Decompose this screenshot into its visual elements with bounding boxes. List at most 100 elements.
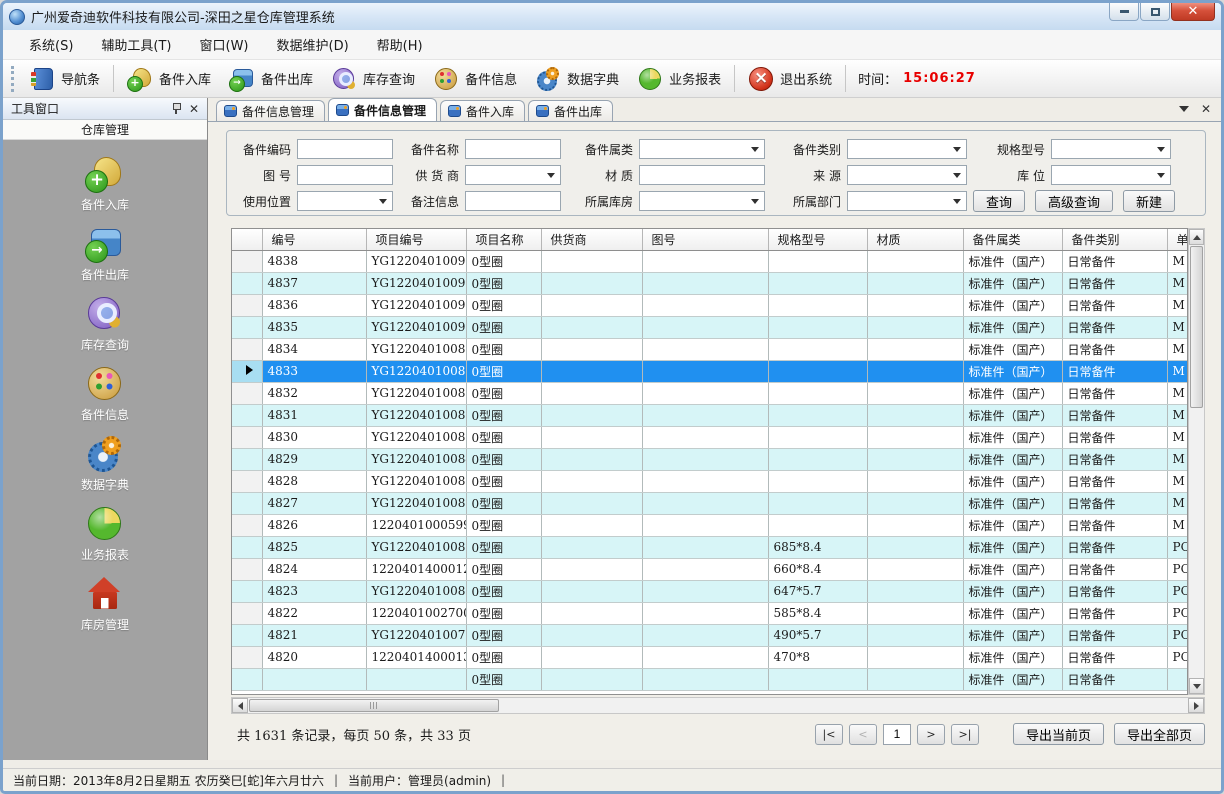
table-cell[interactable]: M — [1167, 492, 1188, 514]
table-cell[interactable]: 660*8.4 — [768, 558, 867, 580]
table-cell[interactable]: 日常备件 — [1062, 316, 1167, 338]
export-all-pages-button[interactable]: 导出全部页 — [1114, 723, 1205, 745]
table-cell[interactable]: 0型圈 — [466, 580, 541, 602]
toolbar-item[interactable]: 业务报表 — [628, 63, 730, 95]
table-cell[interactable]: 490*5.7 — [768, 624, 867, 646]
table-cell[interactable]: 685*8.4 — [768, 536, 867, 558]
table-cell[interactable]: 标准件（国产） — [963, 426, 1062, 448]
table-cell[interactable]: PC — [1167, 602, 1188, 624]
table-cell[interactable]: M — [1167, 360, 1188, 382]
menu-item[interactable]: 辅助工具(T) — [87, 30, 185, 59]
table-cell[interactable] — [541, 294, 642, 316]
toolbar-item[interactable]: 导航条 — [20, 63, 109, 95]
table-cell[interactable]: 日常备件 — [1062, 250, 1167, 272]
search-dropdown[interactable] — [639, 139, 765, 159]
sidebar-item[interactable]: 备件信息 — [81, 364, 129, 423]
table-cell[interactable]: 日常备件 — [1062, 580, 1167, 602]
sidebar-item[interactable]: 备件入库 — [81, 154, 129, 213]
table-cell[interactable]: 4835 — [262, 316, 366, 338]
table-cell[interactable]: YG12204010081 — [366, 536, 466, 558]
table-cell[interactable]: 日常备件 — [1062, 558, 1167, 580]
sidebar-item[interactable]: 库房管理 — [81, 574, 129, 633]
toolbar-item[interactable]: 数据字典 — [526, 63, 628, 95]
table-cell[interactable]: 标准件（国产） — [963, 382, 1062, 404]
table-cell[interactable]: YG12204010082 — [366, 492, 466, 514]
table-row[interactable]: 482012204014000130型圈470*8标准件（国产）日常备件PC — [232, 646, 1188, 668]
table-cell[interactable]: 0型圈 — [466, 536, 541, 558]
table-cell[interactable] — [642, 646, 768, 668]
table-cell[interactable] — [768, 316, 867, 338]
column-header[interactable]: 图号 — [642, 229, 768, 250]
table-cell[interactable]: PC — [1167, 624, 1188, 646]
table-row[interactable]: 4834YG122040100890型圈标准件（国产）日常备件M — [232, 338, 1188, 360]
table-cell[interactable]: 0型圈 — [466, 360, 541, 382]
table-cell[interactable]: 4834 — [262, 338, 366, 360]
table-cell[interactable]: 4831 — [262, 404, 366, 426]
menu-item[interactable]: 数据维护(D) — [263, 30, 363, 59]
sidebar-item[interactable]: 数据字典 — [81, 434, 129, 493]
table-cell[interactable] — [867, 668, 963, 690]
table-cell[interactable]: 0型圈 — [466, 338, 541, 360]
sidebar-item[interactable]: 备件出库 — [81, 224, 129, 283]
table-cell[interactable]: M — [1167, 294, 1188, 316]
table-cell[interactable]: M — [1167, 382, 1188, 404]
table-cell[interactable]: YG12204010084 — [366, 448, 466, 470]
table-cell[interactable]: 0型圈 — [466, 668, 541, 690]
search-dropdown[interactable] — [1051, 139, 1171, 159]
table-cell[interactable]: 1220401400012 — [366, 558, 466, 580]
table-cell[interactable]: YG12204010088 — [366, 360, 466, 382]
table-cell[interactable] — [867, 426, 963, 448]
table-cell[interactable]: YG12204010089 — [366, 338, 466, 360]
table-cell[interactable] — [541, 536, 642, 558]
row-header-cell[interactable] — [232, 250, 262, 272]
tab-menu-icon[interactable] — [1179, 106, 1189, 112]
table-cell[interactable]: YG12204010092 — [366, 272, 466, 294]
tab[interactable]: 备件入库 — [440, 100, 525, 121]
table-row[interactable]: 4837YG122040100920型圈标准件（国产）日常备件M — [232, 272, 1188, 294]
table-cell[interactable] — [867, 250, 963, 272]
table-cell[interactable]: 1220401400013 — [366, 646, 466, 668]
column-header[interactable]: 项目编号 — [366, 229, 466, 250]
new-button[interactable]: 新建 — [1123, 190, 1175, 212]
table-cell[interactable] — [867, 536, 963, 558]
table-cell[interactable] — [768, 338, 867, 360]
search-dropdown[interactable] — [465, 165, 561, 185]
row-header-cell[interactable] — [232, 382, 262, 404]
vertical-scrollbar[interactable] — [1188, 228, 1205, 695]
scroll-right-icon[interactable] — [1188, 698, 1204, 713]
table-cell[interactable]: 0型圈 — [466, 404, 541, 426]
next-page-button[interactable]: > — [917, 724, 945, 745]
table-cell[interactable]: 标准件（国产） — [963, 250, 1062, 272]
page-number-input[interactable] — [883, 724, 911, 745]
table-cell[interactable]: 标准件（国产） — [963, 624, 1062, 646]
table-cell[interactable]: 585*8.4 — [768, 602, 867, 624]
close-button[interactable]: ✕ — [1171, 3, 1215, 21]
toolbar-item[interactable]: 备件入库 — [118, 63, 220, 95]
search-input[interactable] — [297, 139, 393, 159]
table-cell[interactable]: 日常备件 — [1062, 624, 1167, 646]
table-cell[interactable] — [541, 624, 642, 646]
table-cell[interactable]: 4828 — [262, 470, 366, 492]
table-cell[interactable] — [867, 338, 963, 360]
table-cell[interactable] — [642, 316, 768, 338]
table-cell[interactable]: 4823 — [262, 580, 366, 602]
table-cell[interactable]: 0型圈 — [466, 646, 541, 668]
table-row[interactable]: 4833YG122040100880型圈标准件（国产）日常备件M — [232, 360, 1188, 382]
table-cell[interactable] — [541, 382, 642, 404]
table-cell[interactable]: 4832 — [262, 382, 366, 404]
query-button[interactable]: 查询 — [973, 190, 1025, 212]
table-cell[interactable]: 标准件（国产） — [963, 294, 1062, 316]
sidebar-item[interactable]: 业务报表 — [81, 504, 129, 563]
table-cell[interactable]: 0型圈 — [466, 426, 541, 448]
table-cell[interactable]: YG12204010085 — [366, 426, 466, 448]
advanced-query-button[interactable]: 高级查询 — [1035, 190, 1113, 212]
column-header[interactable]: 规格型号 — [768, 229, 867, 250]
table-cell[interactable]: 日常备件 — [1062, 470, 1167, 492]
table-cell[interactable]: 0型圈 — [466, 558, 541, 580]
table-row[interactable]: 4835YG122040100900型圈标准件（国产）日常备件M — [232, 316, 1188, 338]
first-page-button[interactable]: |< — [815, 724, 843, 745]
table-cell[interactable] — [262, 668, 366, 690]
table-cell[interactable] — [867, 514, 963, 536]
search-input[interactable] — [639, 165, 765, 185]
scroll-up-icon[interactable] — [1189, 229, 1204, 245]
